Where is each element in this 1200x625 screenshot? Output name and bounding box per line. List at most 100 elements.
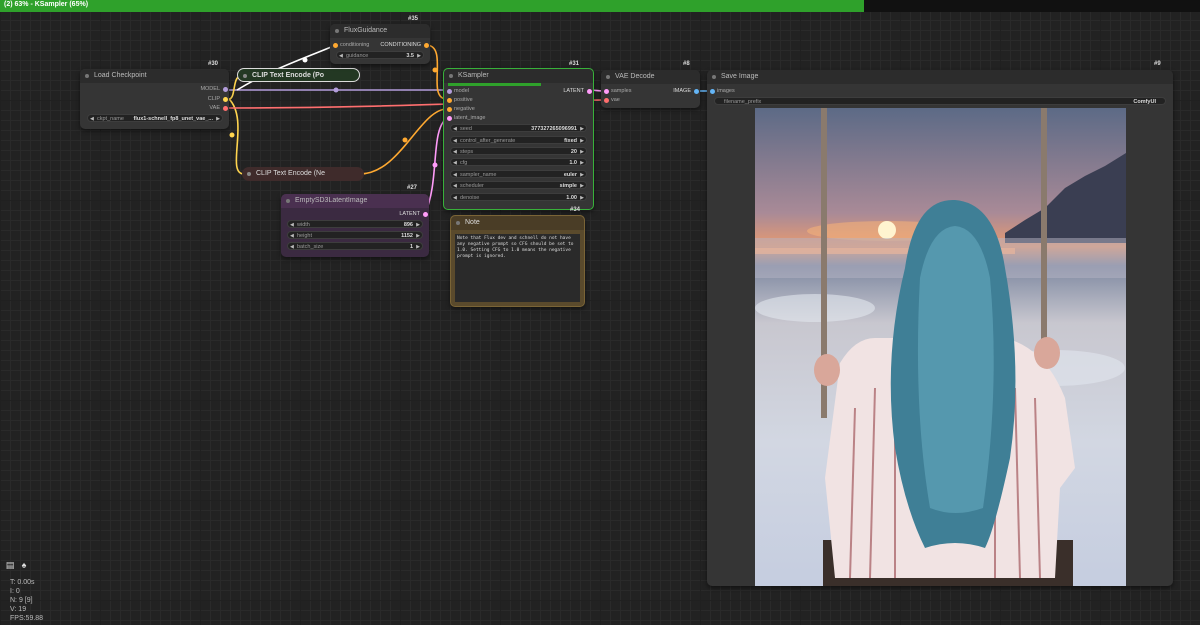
height-widget[interactable]: height 1152 — [287, 231, 423, 240]
input-model[interactable]: model — [454, 87, 469, 95]
stat-time: T: 0.00s — [10, 579, 35, 586]
cfg-widget[interactable]: cfg 1.0 — [450, 158, 587, 167]
seed-label: seed — [460, 126, 472, 132]
pin-icon[interactable]: ♠ — [18, 559, 30, 571]
input-model-dot[interactable] — [447, 89, 452, 94]
scheduler-label: scheduler — [460, 183, 484, 189]
output-vae[interactable]: VAE — [209, 104, 220, 112]
batch-size-label: batch_size — [297, 244, 324, 250]
input-conditioning[interactable]: conditioning — [340, 41, 369, 49]
steps-value: 20 — [570, 149, 577, 155]
node-vae-decode[interactable]: VAE Decode samples IMAGE vae — [601, 70, 700, 108]
node-flux-guidance[interactable]: FluxGuidance conditioning CONDITIONING g… — [330, 24, 430, 64]
node-id-note: #34 — [570, 207, 581, 213]
scheduler-value: simple — [559, 183, 577, 189]
height-label: height — [297, 233, 312, 239]
node-id-empty-latent: #27 — [407, 185, 418, 191]
node-title-empty-latent[interactable]: EmptySD3LatentImage — [281, 194, 429, 208]
sampler-name-widget[interactable]: sampler_name euler — [450, 170, 587, 179]
node-id-load-checkpoint: #30 — [208, 61, 219, 67]
overall-progress-fill — [0, 0, 864, 12]
width-value: 896 — [403, 222, 413, 228]
output-clip[interactable]: CLIP — [208, 95, 220, 103]
guidance-label: guidance — [346, 53, 369, 59]
seed-widget[interactable]: seed 377327265096991 — [450, 124, 587, 133]
output-latent-ksampler[interactable]: LATENT — [563, 87, 584, 95]
node-id-flux-guidance: #35 — [408, 16, 419, 22]
output-clip-dot[interactable] — [223, 97, 228, 102]
filename-prefix-label: filename_prefix — [724, 99, 762, 105]
batch-size-widget[interactable]: batch_size 1 — [287, 242, 423, 251]
width-widget[interactable]: width 896 — [287, 220, 423, 229]
output-model-dot[interactable] — [223, 87, 228, 92]
steps-label: steps — [460, 149, 474, 155]
control-after-generate-widget[interactable]: control_after_generate fixed — [450, 136, 587, 145]
node-id-vae-decode: #8 — [683, 61, 690, 67]
output-conditioning-dot[interactable] — [424, 43, 429, 48]
input-images-dot[interactable] — [710, 89, 715, 94]
node-ksampler[interactable]: KSampler model LATENT positive negative … — [443, 68, 594, 210]
output-vae-dot[interactable] — [223, 106, 228, 111]
guidance-value: 3.5 — [406, 53, 414, 59]
input-negative[interactable]: negative — [454, 105, 475, 113]
output-image[interactable]: IMAGE — [673, 87, 691, 95]
node-clip-text-encode-positive[interactable]: CLIP Text Encode (Po — [237, 68, 360, 82]
node-title-flux-guidance[interactable]: FluxGuidance — [330, 24, 430, 38]
output-image-dot[interactable] — [694, 89, 699, 94]
input-images[interactable]: images — [717, 87, 735, 95]
ckpt-name-widget[interactable]: ckpt_name flux1-schnell_fp8_unet_vae_... — [87, 114, 223, 123]
output-latent-dot[interactable] — [423, 212, 428, 217]
input-positive-dot[interactable] — [447, 98, 452, 103]
denoise-label: denoise — [460, 195, 480, 201]
guidance-widget[interactable]: guidance 3.5 — [336, 51, 424, 60]
input-samples[interactable]: samples — [611, 87, 631, 95]
stat-v: V: 19 — [10, 606, 27, 613]
input-latent-image[interactable]: latent_image — [454, 114, 486, 122]
height-value: 1152 — [401, 233, 413, 239]
output-latent-ksampler-dot[interactable] — [587, 89, 592, 94]
control-after-generate-value: fixed — [564, 138, 577, 144]
filename-prefix-value: ComfyUI — [1133, 99, 1156, 105]
input-conditioning-dot[interactable] — [333, 43, 338, 48]
input-vae[interactable]: vae — [611, 96, 620, 104]
input-positive[interactable]: positive — [454, 96, 473, 104]
node-id-save-image: #9 — [1154, 61, 1161, 67]
output-conditioning[interactable]: CONDITIONING — [380, 41, 421, 49]
steps-widget[interactable]: steps 20 — [450, 147, 587, 156]
input-latent-image-dot[interactable] — [447, 116, 452, 121]
ckpt-name-value: flux1-schnell_fp8_unet_vae_... — [133, 116, 213, 122]
scheduler-widget[interactable]: scheduler simple — [450, 181, 587, 190]
sampler-name-value: euler — [563, 172, 577, 178]
filename-prefix-widget[interactable]: filename_prefix ComfyUI — [714, 97, 1166, 105]
document-icon[interactable]: ▤ — [4, 559, 16, 571]
execution-progress-bar: (2) 63% - KSampler (65%) — [0, 0, 1200, 12]
output-model[interactable]: MODEL — [200, 85, 220, 93]
batch-size-value: 1 — [409, 244, 413, 250]
cfg-label: cfg — [460, 160, 468, 166]
node-title-load-checkpoint[interactable]: Load Checkpoint — [80, 69, 229, 83]
node-title-ksampler[interactable]: KSampler — [444, 69, 593, 83]
ckpt-name-label: ckpt_name — [97, 116, 124, 122]
node-load-checkpoint[interactable]: Load Checkpoint MODEL CLIP VAE ckpt_name… — [80, 69, 229, 129]
output-latent[interactable]: LATENT — [399, 210, 420, 218]
stat-nodes: N: 9 [9] — [10, 597, 33, 604]
ksampler-progress-bar — [448, 83, 541, 86]
note-text[interactable]: Note that Flux dev and schnell do not ha… — [455, 234, 580, 302]
output-image-preview[interactable] — [755, 108, 1126, 586]
node-note[interactable]: Note Note that Flux dev and schnell do n… — [450, 215, 585, 307]
stat-fps: FPS:59.88 — [10, 615, 44, 622]
node-empty-sd3-latent-image[interactable]: EmptySD3LatentImage LATENT width 896 hei… — [281, 194, 429, 257]
node-clip-text-encode-negative[interactable]: CLIP Text Encode (Ne — [242, 167, 364, 181]
node-title-note[interactable]: Note — [451, 216, 584, 230]
sampler-name-label: sampler_name — [460, 172, 497, 178]
node-id-ksampler: #31 — [569, 61, 580, 67]
input-negative-dot[interactable] — [447, 107, 452, 112]
cfg-value: 1.0 — [569, 160, 577, 166]
input-samples-dot[interactable] — [604, 89, 609, 94]
denoise-widget[interactable]: denoise 1.00 — [450, 193, 587, 202]
input-vae-dot[interactable] — [604, 98, 609, 103]
node-title-vae-decode[interactable]: VAE Decode — [601, 70, 700, 84]
output-image-illustration — [755, 108, 1126, 586]
control-after-generate-label: control_after_generate — [460, 138, 516, 144]
node-title-save-image[interactable]: Save Image — [707, 70, 1173, 84]
